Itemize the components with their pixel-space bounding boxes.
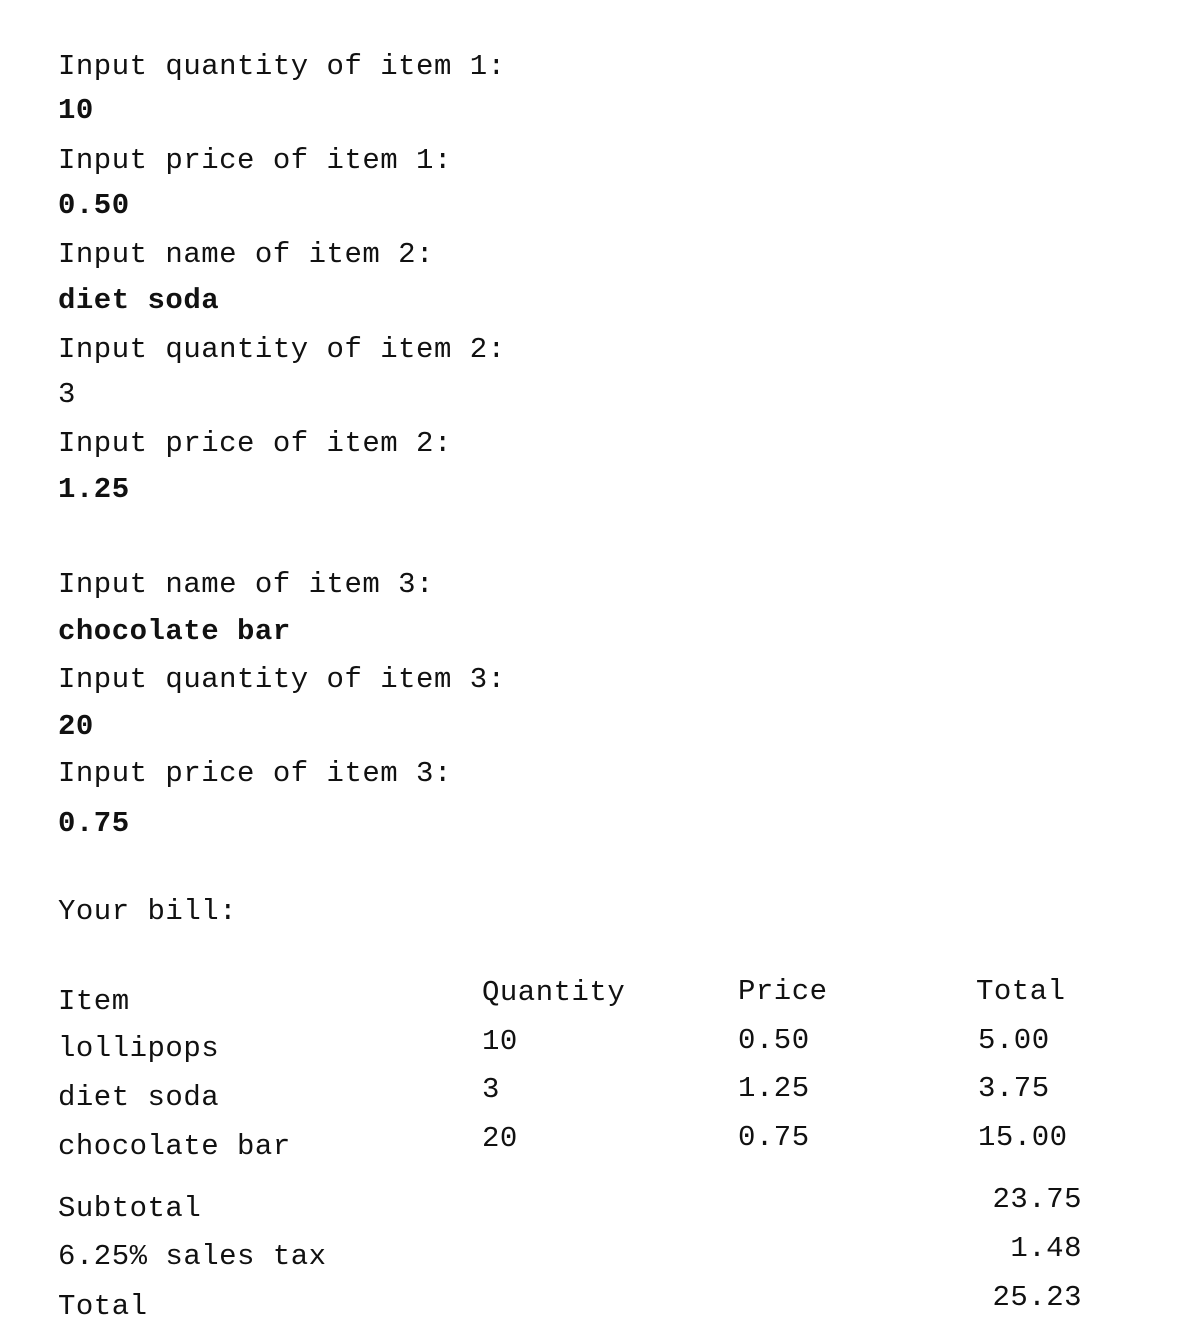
header-quantity: Quantity — [482, 976, 626, 1009]
prompt-quantity-item-1: Input quantity of item 1: — [58, 50, 506, 83]
input-name-item-2: diet soda — [58, 284, 220, 317]
row-total: 3.75 — [978, 1072, 1050, 1105]
row-quantity: 10 — [482, 1025, 518, 1058]
prompt-quantity-item-3: Input quantity of item 3: — [58, 663, 506, 696]
input-quantity-item-1: 10 — [58, 94, 94, 127]
prompt-name-item-3: Input name of item 3: — [58, 568, 434, 601]
row-price: 0.50 — [738, 1024, 810, 1057]
sales-tax-label: 6.25% sales tax — [58, 1240, 327, 1273]
input-quantity-item-3: 20 — [58, 710, 94, 743]
input-quantity-item-2: 3 — [58, 378, 76, 411]
row-price: 1.25 — [738, 1072, 810, 1105]
row-quantity: 3 — [482, 1073, 500, 1106]
header-item: Item — [58, 985, 130, 1018]
total-value: 25.23 — [992, 1281, 1082, 1314]
input-price-item-1: 0.50 — [58, 189, 130, 222]
header-total: Total — [976, 975, 1066, 1008]
row-total: 5.00 — [978, 1024, 1050, 1057]
input-name-item-3: chocolate bar — [58, 615, 291, 648]
row-total: 15.00 — [978, 1121, 1068, 1154]
bill-heading: Your bill: — [58, 895, 238, 928]
total-label: Total — [58, 1290, 148, 1323]
input-price-item-2: 1.25 — [58, 473, 130, 506]
prompt-name-item-2: Input name of item 2: — [58, 238, 434, 271]
row-item: diet soda — [58, 1081, 220, 1114]
row-quantity: 20 — [482, 1122, 518, 1155]
input-price-item-3: 0.75 — [58, 807, 130, 840]
subtotal-value: 23.75 — [992, 1183, 1082, 1216]
prompt-price-item-3: Input price of item 3: — [58, 757, 452, 790]
prompt-price-item-2: Input price of item 2: — [58, 427, 452, 460]
prompt-price-item-1: Input price of item 1: — [58, 144, 452, 177]
row-item: lollipops — [58, 1032, 220, 1065]
prompt-quantity-item-2: Input quantity of item 2: — [58, 333, 506, 366]
header-price: Price — [738, 975, 828, 1008]
row-price: 0.75 — [738, 1121, 810, 1154]
sales-tax-value: 1.48 — [1010, 1232, 1082, 1265]
subtotal-label: Subtotal — [58, 1192, 202, 1225]
row-item: chocolate bar — [58, 1130, 291, 1163]
console-output: Input quantity of item 1: 10 Input price… — [0, 0, 1196, 1336]
